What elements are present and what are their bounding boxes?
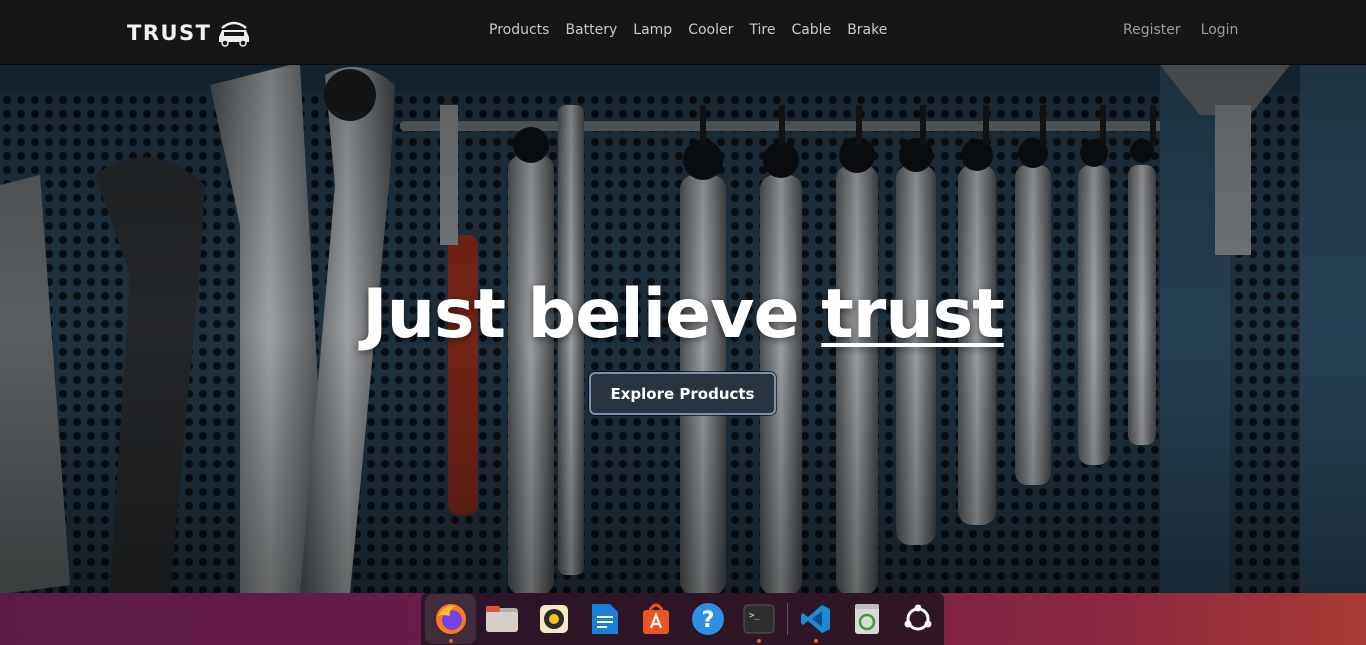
nav-lamp[interactable]: Lamp (633, 22, 672, 38)
app-center-bag-icon (643, 603, 670, 634)
app-dock: ? >_ (421, 593, 944, 645)
desktop-taskbar: ? >_ (0, 593, 1366, 645)
dock-firefox[interactable] (425, 594, 477, 644)
dock-show-apps[interactable] (893, 594, 944, 644)
files-folder-icon (486, 606, 519, 632)
hero-title-main: Just believe (362, 275, 822, 354)
car-logo-icon (218, 21, 249, 47)
dock-trash[interactable] (841, 594, 892, 644)
nav-battery[interactable]: Battery (565, 22, 617, 38)
nav-cable[interactable]: Cable (791, 22, 831, 38)
hero-title: Just believe trust (0, 275, 1366, 354)
running-indicator (449, 639, 453, 643)
running-indicator (757, 639, 762, 643)
register-link[interactable]: Register (1123, 22, 1181, 38)
rhythmbox-speaker-icon (539, 605, 568, 633)
terminal-icon: >_ (743, 604, 775, 634)
dock-help[interactable]: ? (682, 594, 733, 644)
hero-title-accent: trust (821, 275, 1004, 354)
dock-app-center[interactable] (631, 594, 682, 644)
nav-tire[interactable]: Tire (749, 22, 775, 38)
svg-text:>_: >_ (749, 611, 760, 621)
hero-section: Just believe trust Explore Products (0, 65, 1366, 593)
firefox-icon (435, 604, 466, 634)
dock-separator (786, 603, 788, 635)
navbar: TRUST Products Battery Lamp Cooler Tire … (0, 0, 1366, 65)
nav-cooler[interactable]: Cooler (688, 22, 733, 38)
running-indicator (813, 639, 818, 643)
main-nav: Products Battery Lamp Cooler Tire Cable … (489, 22, 887, 38)
explore-products-button[interactable]: Explore Products (589, 372, 776, 415)
trash-icon (854, 604, 879, 634)
dock-terminal[interactable]: >_ (733, 594, 784, 644)
nav-brake[interactable]: Brake (847, 22, 887, 38)
brand-logo[interactable]: TRUST (127, 18, 252, 48)
dock-rhythmbox[interactable] (528, 594, 579, 644)
dock-files[interactable] (476, 594, 527, 644)
dock-writer[interactable] (579, 594, 630, 644)
dock-vscode[interactable] (790, 594, 841, 644)
vscode-icon (800, 605, 830, 633)
writer-document-icon (591, 604, 618, 634)
brand-name: TRUST (127, 21, 212, 45)
help-question-icon: ? (691, 603, 724, 635)
svg-text:?: ? (701, 608, 714, 633)
nav-products[interactable]: Products (489, 22, 549, 38)
login-link[interactable]: Login (1201, 22, 1239, 38)
auth-nav: Register Login (1123, 22, 1238, 38)
ubuntu-logo-icon (904, 604, 932, 631)
